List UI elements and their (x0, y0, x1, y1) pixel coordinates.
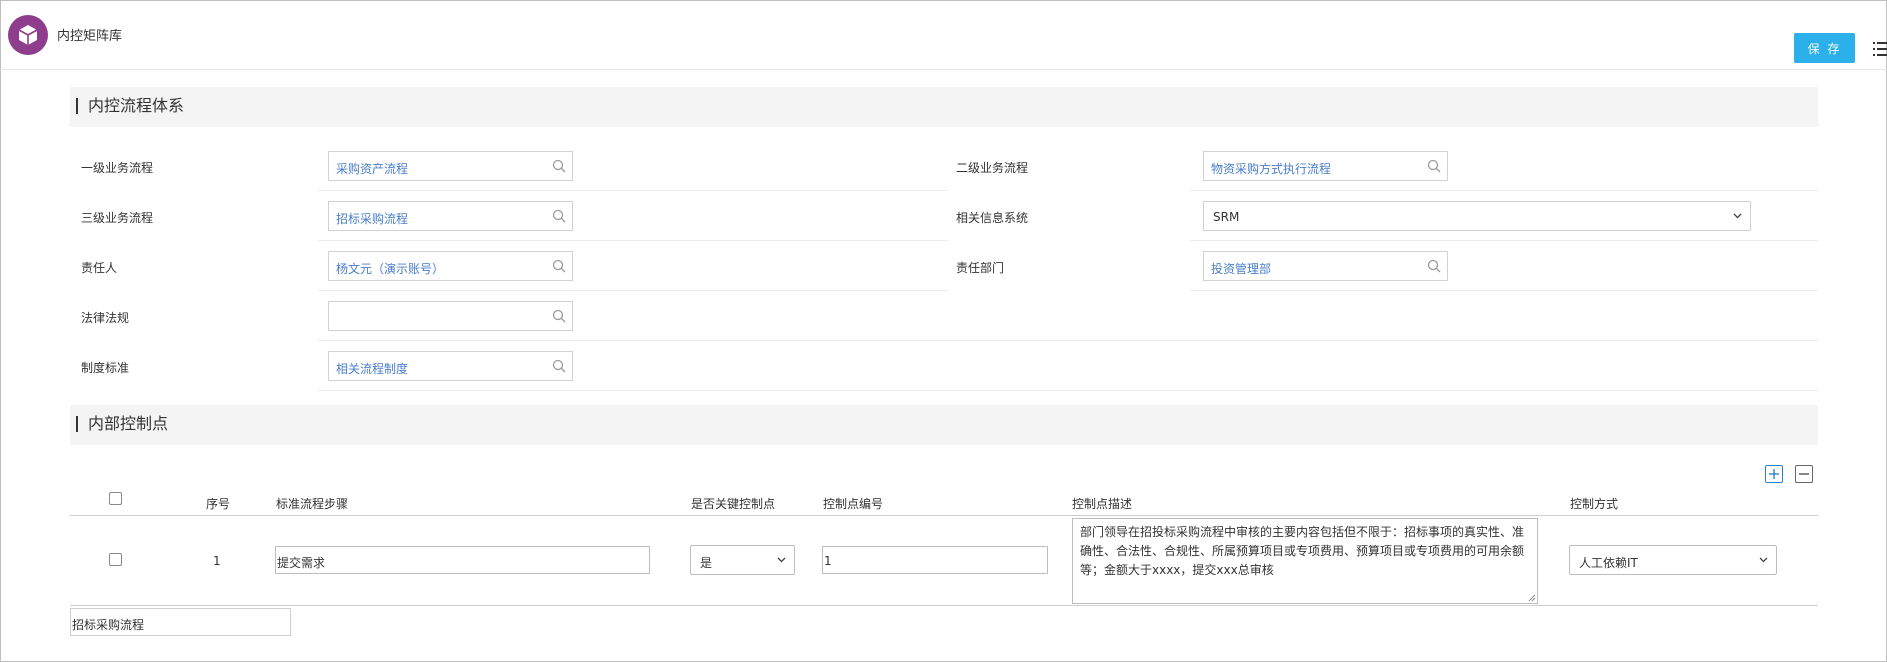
search-icon[interactable] (552, 259, 566, 273)
table-row: 1 提交需求 是 1 部门领导在招投标采购流程中审核的主要内容包括但不限于：招标… (70, 516, 1818, 606)
search-icon[interactable] (1427, 259, 1441, 273)
remove-row-icon[interactable] (1795, 465, 1813, 483)
app-title: 内控矩阵库 (57, 29, 123, 44)
process-name-input[interactable]: 招标采购流程 (70, 608, 291, 636)
form-row-4: 法律法规 (70, 291, 1818, 341)
col-code: 控制点编号 (823, 497, 884, 511)
add-row-icon[interactable] (1765, 465, 1783, 483)
section-title: 内控流程体系 (76, 98, 184, 114)
chevron-down-icon (777, 557, 786, 563)
method-value: 人工依赖IT (1579, 556, 1638, 570)
level2-value: 物资采购方式执行流程 (1211, 162, 1332, 176)
info-system-label: 相关信息系统 (956, 211, 1029, 225)
owner-value: 杨文元（演示账号） (336, 262, 445, 276)
is-key-value: 是 (700, 556, 713, 570)
header: 内控矩阵库 保 存 (0, 0, 1887, 70)
standard-input[interactable]: 相关流程制度 (328, 351, 573, 381)
section-control-points: 内部控制点 (70, 405, 1818, 445)
level1-value: 采购资产流程 (336, 162, 409, 176)
form-row-5: 制度标准 相关流程制度 (70, 341, 1818, 391)
select-all-checkbox[interactable] (109, 492, 122, 505)
level3-label: 三级业务流程 (81, 211, 154, 225)
row-divider (318, 390, 1818, 391)
laws-label: 法律法规 (81, 311, 130, 325)
description-value: 部门领导在招投标采购流程中审核的主要内容包括但不限于：招标事项的真实性、准确性、… (1080, 525, 1525, 577)
level3-input[interactable]: 招标采购流程 (328, 201, 573, 231)
col-description: 控制点描述 (1072, 497, 1133, 511)
step-input[interactable]: 提交需求 (275, 546, 650, 574)
col-is-key: 是否关键控制点 (691, 497, 776, 511)
process-name-value: 招标采购流程 (72, 618, 145, 632)
chevron-down-icon (1733, 213, 1742, 219)
level1-label: 一级业务流程 (81, 161, 154, 175)
step-value: 提交需求 (277, 556, 326, 570)
is-key-select[interactable]: 是 (690, 545, 795, 575)
search-icon[interactable] (552, 309, 566, 323)
cube-logo-icon (8, 15, 48, 55)
col-index: 序号 (206, 497, 231, 511)
chevron-down-icon (1759, 557, 1768, 563)
form-row-3: 责任人 杨文元（演示账号） 责任部门 投资管理部 (70, 241, 1818, 291)
owner-label: 责任人 (81, 261, 118, 275)
code-value: 1 (824, 554, 832, 568)
row-index: 1 (213, 554, 221, 568)
search-icon[interactable] (552, 359, 566, 373)
department-input[interactable]: 投资管理部 (1203, 251, 1448, 281)
level2-input[interactable]: 物资采购方式执行流程 (1203, 151, 1448, 181)
form-row-2: 三级业务流程 招标采购流程 相关信息系统 SRM (70, 191, 1818, 241)
list-menu-icon[interactable] (1873, 39, 1887, 59)
level2-label: 二级业务流程 (956, 161, 1029, 175)
code-input[interactable]: 1 (822, 546, 1048, 574)
table-header: 序号 标准流程步骤 是否关键控制点 控制点编号 控制点描述 控制方式 (70, 488, 1818, 516)
info-system-select[interactable]: SRM (1203, 201, 1751, 231)
resize-grip-icon[interactable] (1528, 594, 1536, 602)
col-step: 标准流程步骤 (276, 497, 349, 511)
search-icon[interactable] (552, 209, 566, 223)
level3-value: 招标采购流程 (336, 212, 409, 226)
search-icon[interactable] (552, 159, 566, 173)
standard-value: 相关流程制度 (336, 362, 409, 376)
method-select[interactable]: 人工依赖IT (1569, 545, 1777, 575)
save-button[interactable]: 保 存 (1794, 33, 1855, 63)
owner-input[interactable]: 杨文元（演示账号） (328, 251, 573, 281)
department-value: 投资管理部 (1211, 262, 1272, 276)
description-textarea[interactable]: 部门领导在招投标采购流程中审核的主要内容包括但不限于：招标事项的真实性、准确性、… (1072, 518, 1538, 604)
section-process-system: 内控流程体系 (70, 87, 1818, 127)
section-title: 内部控制点 (76, 416, 168, 432)
standard-label: 制度标准 (81, 361, 130, 375)
col-method: 控制方式 (1570, 497, 1619, 511)
info-system-value: SRM (1213, 210, 1240, 224)
laws-input[interactable] (328, 301, 573, 331)
department-label: 责任部门 (956, 261, 1005, 275)
form-row-1: 一级业务流程 采购资产流程 二级业务流程 物资采购方式执行流程 (70, 141, 1818, 191)
row-checkbox[interactable] (109, 553, 122, 566)
level1-input[interactable]: 采购资产流程 (328, 151, 573, 181)
search-icon[interactable] (1427, 159, 1441, 173)
